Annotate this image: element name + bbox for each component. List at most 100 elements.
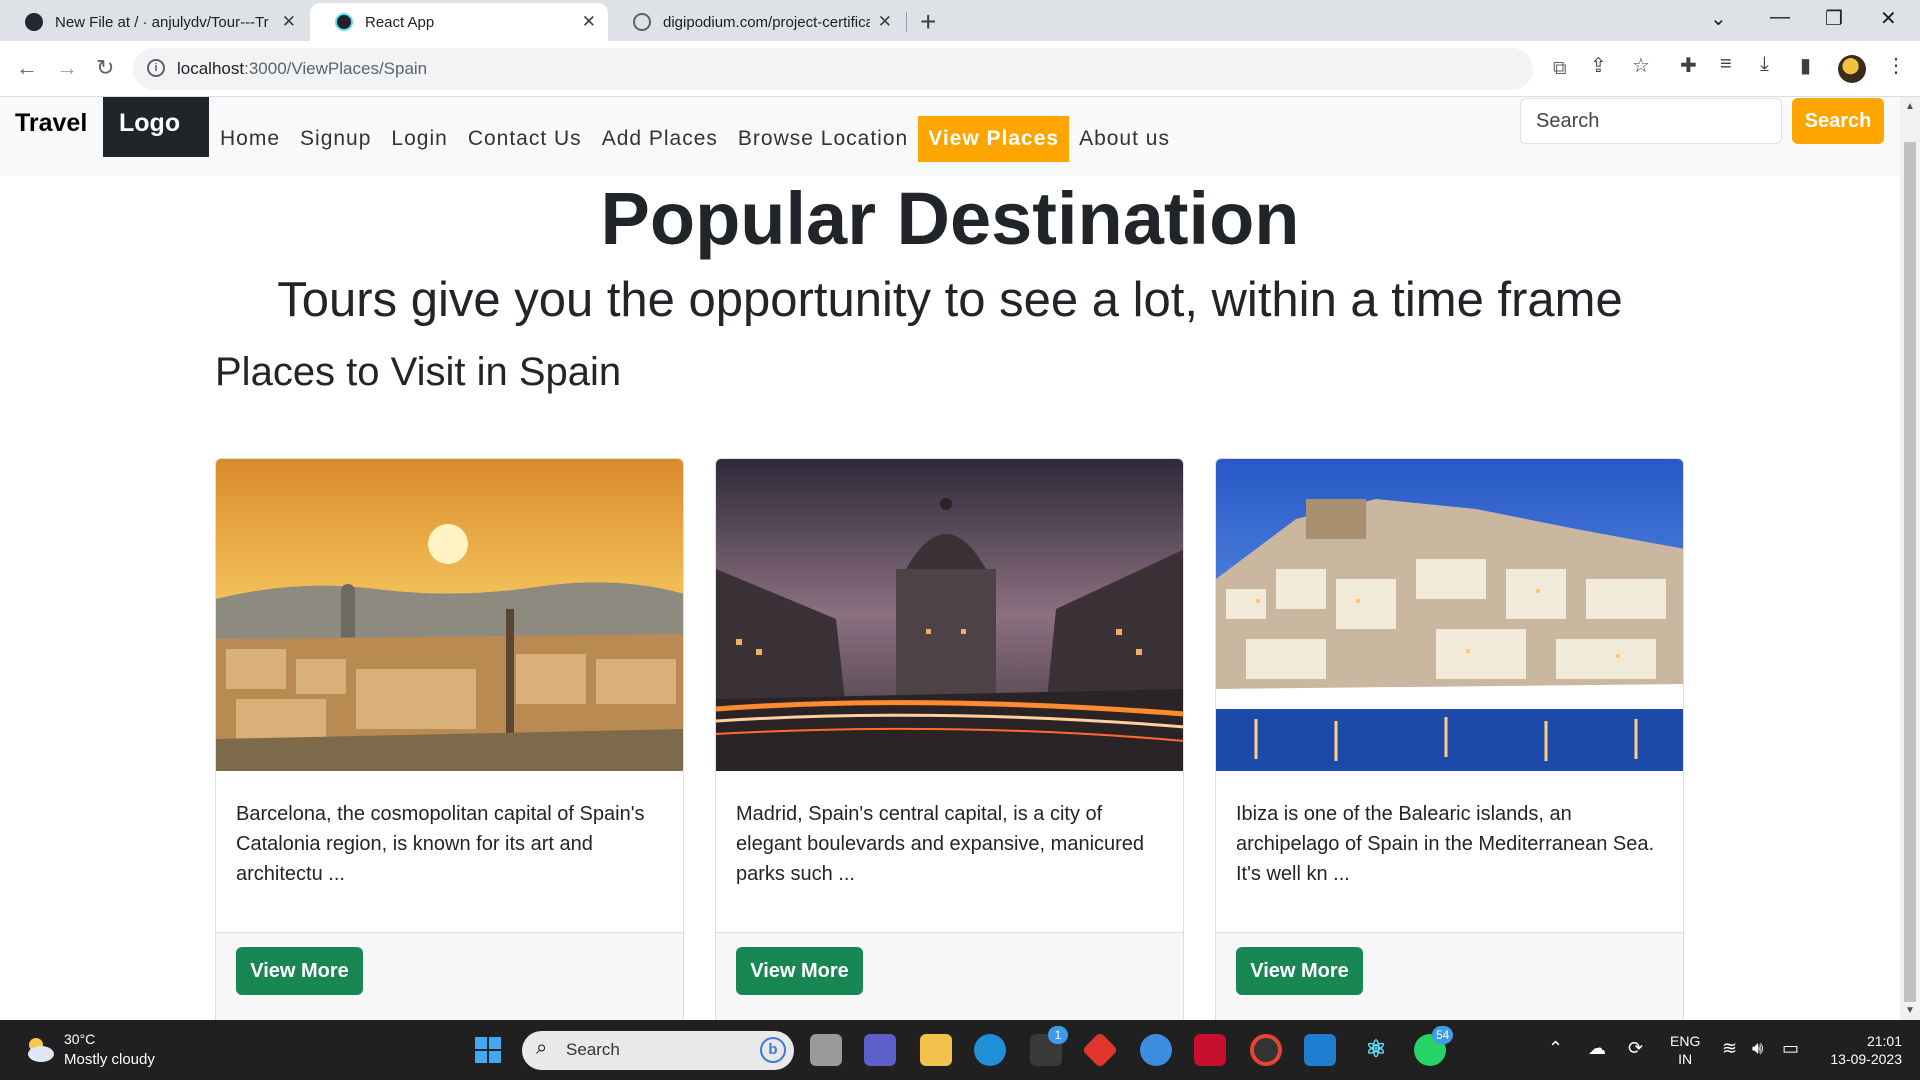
- nav-login[interactable]: Login: [381, 116, 457, 162]
- card-description: Barcelona, the cosmopolitan capital of S…: [236, 803, 645, 885]
- browser-app-icon[interactable]: [1140, 1034, 1172, 1066]
- view-more-button[interactable]: View More: [236, 947, 363, 995]
- clock-time: 21:01: [1866, 1033, 1902, 1049]
- site-info-icon[interactable]: i: [147, 59, 165, 77]
- madrid-photo: [716, 459, 1183, 771]
- mcafee-icon[interactable]: [1194, 1034, 1226, 1066]
- vscode-icon[interactable]: [1304, 1034, 1336, 1066]
- nav-add-places[interactable]: Add Places: [592, 116, 728, 162]
- nav-browse-location[interactable]: Browse Location: [728, 116, 918, 162]
- teams-chat-icon[interactable]: [864, 1034, 896, 1066]
- scroll-down-arrow-icon[interactable]: ▼: [1905, 1005, 1915, 1016]
- file-explorer-icon[interactable]: [920, 1034, 952, 1066]
- react-devtools-icon[interactable]: ⚛: [1360, 1034, 1392, 1066]
- language-indicator[interactable]: ENG IN: [1670, 1032, 1700, 1068]
- tab-search-chevron-icon[interactable]: ⌄: [1710, 6, 1727, 31]
- tab-github[interactable]: New File at / · anjulydv/Tour---Tr ✕: [0, 3, 308, 41]
- taskbar-search-label: Search: [566, 1040, 620, 1059]
- weather-condition[interactable]: Mostly cloudy: [64, 1051, 155, 1068]
- place-card-madrid: Madrid, Spain's central capital, is a ci…: [715, 458, 1184, 1020]
- weather-temperature[interactable]: 30°C: [64, 1031, 95, 1047]
- sync-icon[interactable]: ⟳: [1628, 1038, 1643, 1059]
- taskbar-search[interactable]: ⌕ Search b: [522, 1031, 794, 1070]
- window-close-icon[interactable]: ✕: [1880, 6, 1897, 31]
- github-icon: [25, 13, 43, 31]
- minimize-icon[interactable]: —: [1770, 6, 1790, 29]
- edge-icon[interactable]: [974, 1034, 1006, 1066]
- close-icon[interactable]: ✕: [282, 12, 296, 32]
- clock-date: 13-09-2023: [1830, 1051, 1902, 1067]
- nav-signup[interactable]: Signup: [290, 116, 381, 162]
- extensions-puzzle-icon[interactable]: ✚: [1680, 53, 1697, 78]
- new-tab-plus-icon[interactable]: +: [920, 6, 936, 38]
- card-description: Madrid, Spain's central capital, is a ci…: [736, 803, 1145, 885]
- open-in-app-icon[interactable]: ⧉: [1553, 58, 1567, 80]
- share-icon[interactable]: ⇪: [1590, 53, 1607, 78]
- bookmark-star-icon[interactable]: ☆: [1632, 53, 1650, 78]
- url-path: :3000/ViewPlaces/Spain: [244, 59, 428, 78]
- nav-links: Home Signup Login Contact Us Add Places …: [210, 116, 1180, 162]
- show-hidden-icons-chevron-icon[interactable]: ⌃: [1548, 1038, 1563, 1059]
- store-badge: 1: [1048, 1026, 1068, 1044]
- barcelona-photo: [216, 459, 683, 771]
- place-card-ibiza: Ibiza is one of the Balearic islands, an…: [1215, 458, 1684, 1020]
- page-title: Popular Destination: [600, 177, 1300, 260]
- brand-name[interactable]: Travel: [15, 109, 87, 138]
- search-icon: ⌕: [536, 1037, 548, 1059]
- windows-start-icon[interactable]: [472, 1034, 504, 1066]
- site-navbar: Travel Logo Home Signup Login Contact Us…: [0, 97, 1900, 176]
- ibiza-photo: [1216, 459, 1683, 771]
- battery-icon[interactable]: ▭: [1782, 1038, 1799, 1059]
- nav-view-places[interactable]: View Places: [918, 116, 1070, 162]
- volume-icon[interactable]: 🔊︎: [1752, 1038, 1763, 1059]
- system-clock[interactable]: 21:01 13-09-2023: [1822, 1032, 1902, 1068]
- scroll-up-arrow-icon[interactable]: ▲: [1905, 101, 1915, 112]
- close-icon[interactable]: ✕: [878, 12, 892, 32]
- task-view-icon[interactable]: [810, 1034, 842, 1066]
- page-scrollbar[interactable]: ▲ ▼: [1900, 97, 1920, 1020]
- section-heading: Places to Visit in Spain: [215, 350, 622, 394]
- omnibox[interactable]: i localhost:3000/ViewPlaces/Spain ⧉: [133, 48, 1567, 90]
- bing-icon[interactable]: b: [760, 1037, 786, 1063]
- onedrive-cloud-icon[interactable]: ☁: [1588, 1038, 1606, 1059]
- download-icon[interactable]: ⤓: [1760, 53, 1769, 76]
- tab-separator: [906, 12, 907, 32]
- view-more-button[interactable]: View More: [1236, 947, 1363, 995]
- tab-react-app[interactable]: React App ✕: [310, 3, 608, 41]
- react-icon: [335, 13, 353, 31]
- profile-avatar[interactable]: [1838, 55, 1866, 83]
- card-description: Ibiza is one of the Balearic islands, an…: [1236, 803, 1655, 885]
- nav-about-us[interactable]: About us: [1069, 116, 1180, 162]
- tab-digipodium[interactable]: digipodium.com/project-certifica ✕: [608, 3, 904, 41]
- forward-arrow-icon[interactable]: →: [56, 55, 78, 81]
- page-subtitle: Tours give you the opportunity to see a …: [277, 273, 1623, 327]
- region-code: IN: [1678, 1051, 1693, 1067]
- close-icon[interactable]: ✕: [582, 12, 596, 32]
- git-icon[interactable]: [1081, 1031, 1119, 1069]
- language-code: ENG: [1670, 1033, 1701, 1049]
- cloudy-weather-icon[interactable]: [22, 1032, 56, 1066]
- url-text[interactable]: localhost:3000/ViewPlaces/Spain: [177, 59, 427, 79]
- reload-icon[interactable]: ↻: [96, 55, 114, 81]
- place-card-barcelona: Barcelona, the cosmopolitan capital of S…: [215, 458, 684, 1020]
- tab-title: digipodium.com/project-certifica: [663, 13, 870, 31]
- chrome-icon[interactable]: [1250, 1034, 1282, 1066]
- nav-home[interactable]: Home: [210, 116, 290, 162]
- menu-kebab-icon[interactable]: ⋮: [1886, 53, 1906, 78]
- logo[interactable]: Logo: [103, 97, 209, 157]
- reading-list-icon[interactable]: ≡: [1720, 53, 1732, 76]
- search-input[interactable]: [1520, 98, 1782, 144]
- globe-icon: [633, 13, 651, 31]
- browser-tab-bar: New File at / · anjulydv/Tour---Tr ✕ Rea…: [0, 0, 1920, 41]
- whatsapp-badge: 54: [1432, 1026, 1454, 1044]
- nav-contact-us[interactable]: Contact Us: [458, 116, 592, 162]
- back-arrow-icon[interactable]: ←: [16, 55, 38, 81]
- tab-title: New File at / · anjulydv/Tour---Tr: [55, 13, 269, 31]
- search-button[interactable]: Search: [1792, 98, 1884, 144]
- scrollbar-thumb[interactable]: [1904, 142, 1916, 1002]
- url-host: localhost: [177, 59, 245, 78]
- wifi-icon[interactable]: ≋: [1722, 1038, 1737, 1059]
- side-panel-icon[interactable]: ▮: [1800, 53, 1811, 78]
- restore-icon[interactable]: ❐: [1825, 6, 1843, 31]
- view-more-button[interactable]: View More: [736, 947, 863, 995]
